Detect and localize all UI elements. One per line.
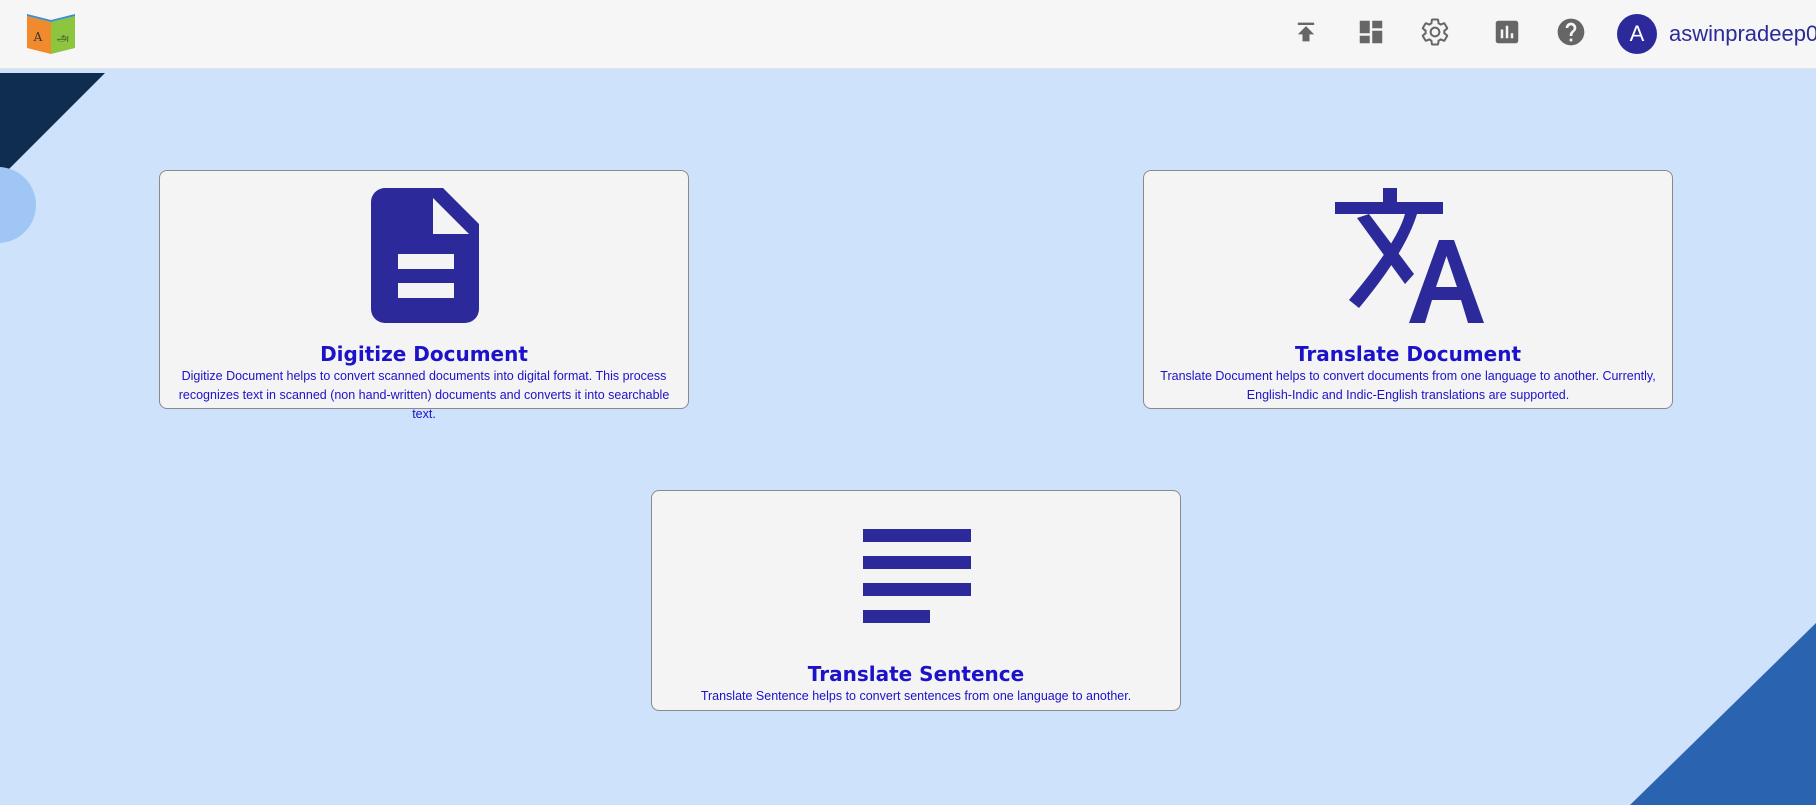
translate-document-card[interactable]: Translate Document Translate Document he… [1143,170,1673,409]
app-logo[interactable]: A அ [25,12,77,56]
translate-sentence-card[interactable]: Translate Sentence Translate Sentence he… [651,490,1181,711]
digitize-document-card[interactable]: Digitize Document Digitize Document help… [159,170,689,421]
dashboard-button[interactable] [1355,18,1387,50]
main-content: Digitize Document Digitize Document help… [0,73,1816,805]
document-icon [371,188,481,328]
corner-decoration-top-left [0,73,105,243]
card-description: Translate Sentence helps to convert sent… [700,689,1132,703]
help-icon [1555,16,1587,53]
username-label[interactable]: aswinpradeep0 [1669,21,1816,47]
card-title: Translate Document [1294,342,1522,366]
upload-icon [1292,18,1320,51]
translate-icon [1335,188,1485,328]
svg-text:A: A [33,30,43,44]
analytics-chart-icon [1492,17,1522,52]
card-description: Digitize Document helps to convert scann… [178,369,670,421]
analytics-button[interactable] [1491,18,1523,50]
card-description: Translate Document helps to convert docu… [1160,369,1656,402]
dashboard-icon [1356,17,1386,52]
avatar-initial: A [1629,21,1645,46]
user-avatar[interactable]: A [1617,14,1657,54]
card-title: Translate Sentence [807,662,1025,686]
card-title: Digitize Document [320,342,528,366]
settings-gear-icon [1420,17,1450,52]
top-app-bar: A அ A aswinpradeep0 [0,0,1816,69]
settings-button[interactable] [1419,18,1451,50]
text-lines-icon [863,529,973,630]
upload-button[interactable] [1290,18,1322,50]
corner-decoration-bottom-right [1630,623,1816,805]
svg-text:அ: அ [57,31,69,44]
help-button[interactable] [1555,18,1587,50]
